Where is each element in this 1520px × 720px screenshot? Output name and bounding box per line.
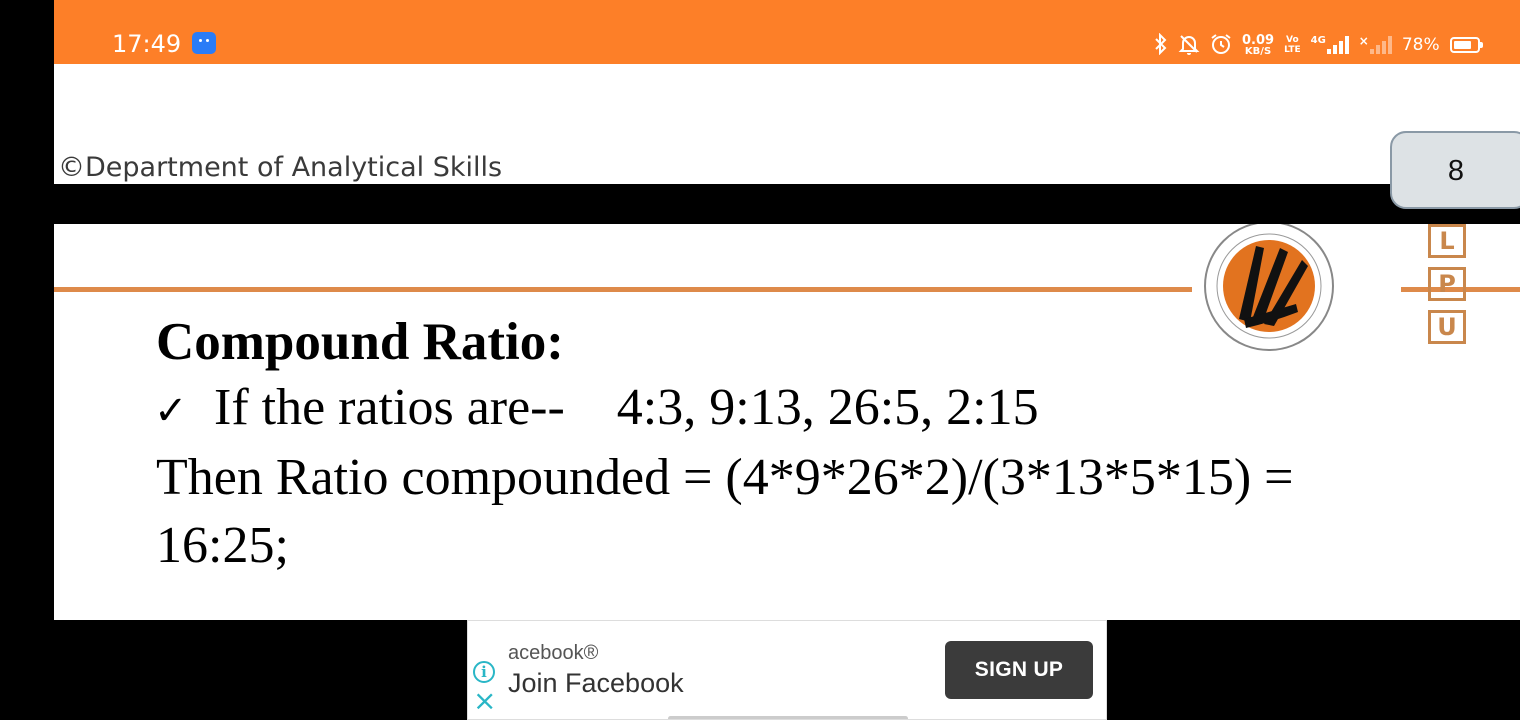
volte-top: Vo	[1286, 35, 1299, 45]
silent-bell-icon	[1178, 33, 1200, 58]
volte-indicator: Vo LTE	[1284, 35, 1301, 55]
result-equation: Then Ratio compounded = (4*9*26*2)/(3*13…	[156, 449, 1294, 506]
signal-bars-empty-icon	[1369, 36, 1392, 54]
sim1-signal: 4G	[1311, 36, 1349, 54]
bullet-line: ✓ If the ratios are-- 4:3, 9:13, 26:5, 2:1…	[154, 378, 1039, 441]
slide-content: L P U Compound Ratio: ✓ If the ratios are…	[54, 224, 1520, 620]
lpu-emblem-icon	[1204, 224, 1334, 351]
department-label: ©Department of Analytical Skills	[58, 152, 503, 183]
status-time: 17:49	[112, 30, 182, 58]
battery-icon	[1449, 37, 1483, 53]
logo-letter-u: U	[1428, 310, 1466, 344]
ad-scroll-indicator	[668, 716, 908, 719]
network-speed-value: 0.09	[1242, 32, 1275, 48]
page-number-box: 8	[1390, 131, 1520, 209]
ad-brand: acebook®	[508, 642, 599, 664]
battery-percent: 78%	[1401, 35, 1440, 55]
network-speed-unit: KB/S	[1244, 45, 1272, 57]
status-icons: 0.09 KB/S Vo LTE 4G × 78%	[1154, 30, 1483, 60]
battery-level-fill	[1453, 41, 1471, 49]
ad-banner[interactable]: i × acebook® Join Facebook SIGN UP	[467, 620, 1107, 720]
page-number: 8	[1447, 155, 1465, 187]
ad-headline[interactable]: Join Facebook	[508, 668, 684, 699]
sign-up-button[interactable]: SIGN UP	[945, 641, 1093, 699]
divider-line-left	[54, 287, 1192, 292]
bluetooth-icon	[1154, 32, 1168, 58]
sim2-signal: ×	[1358, 34, 1392, 54]
alarm-clock-icon	[1210, 33, 1232, 58]
slide-title: Compound Ratio:	[156, 313, 564, 371]
close-icon[interactable]: ×	[473, 687, 497, 715]
ratios-list: 4:3, 9:13, 26:5, 2:15	[616, 379, 1039, 436]
volte-bottom: LTE	[1284, 45, 1301, 55]
info-icon[interactable]: i	[473, 661, 495, 683]
logo-letter-l: L	[1428, 224, 1466, 258]
lpu-logo: L P U	[1184, 224, 1466, 354]
signal-bars-icon	[1326, 36, 1349, 54]
logo-letter-p: P	[1428, 267, 1466, 301]
slide-header: ©Department of Analytical Skills	[54, 64, 1520, 184]
network-speed: 0.09 KB/S	[1242, 34, 1274, 57]
checkmark-icon: ✓	[154, 388, 188, 434]
result-value: 16:25;	[156, 517, 289, 574]
android-app-icon	[192, 32, 216, 54]
bullet-text: If the ratios are--	[214, 379, 565, 436]
no-signal-mark: ×	[1358, 34, 1369, 48]
network-type: 4G	[1310, 35, 1326, 46]
status-bar: 17:49 0.09 KB/S Vo LTE 4G × 78%	[54, 0, 1520, 64]
